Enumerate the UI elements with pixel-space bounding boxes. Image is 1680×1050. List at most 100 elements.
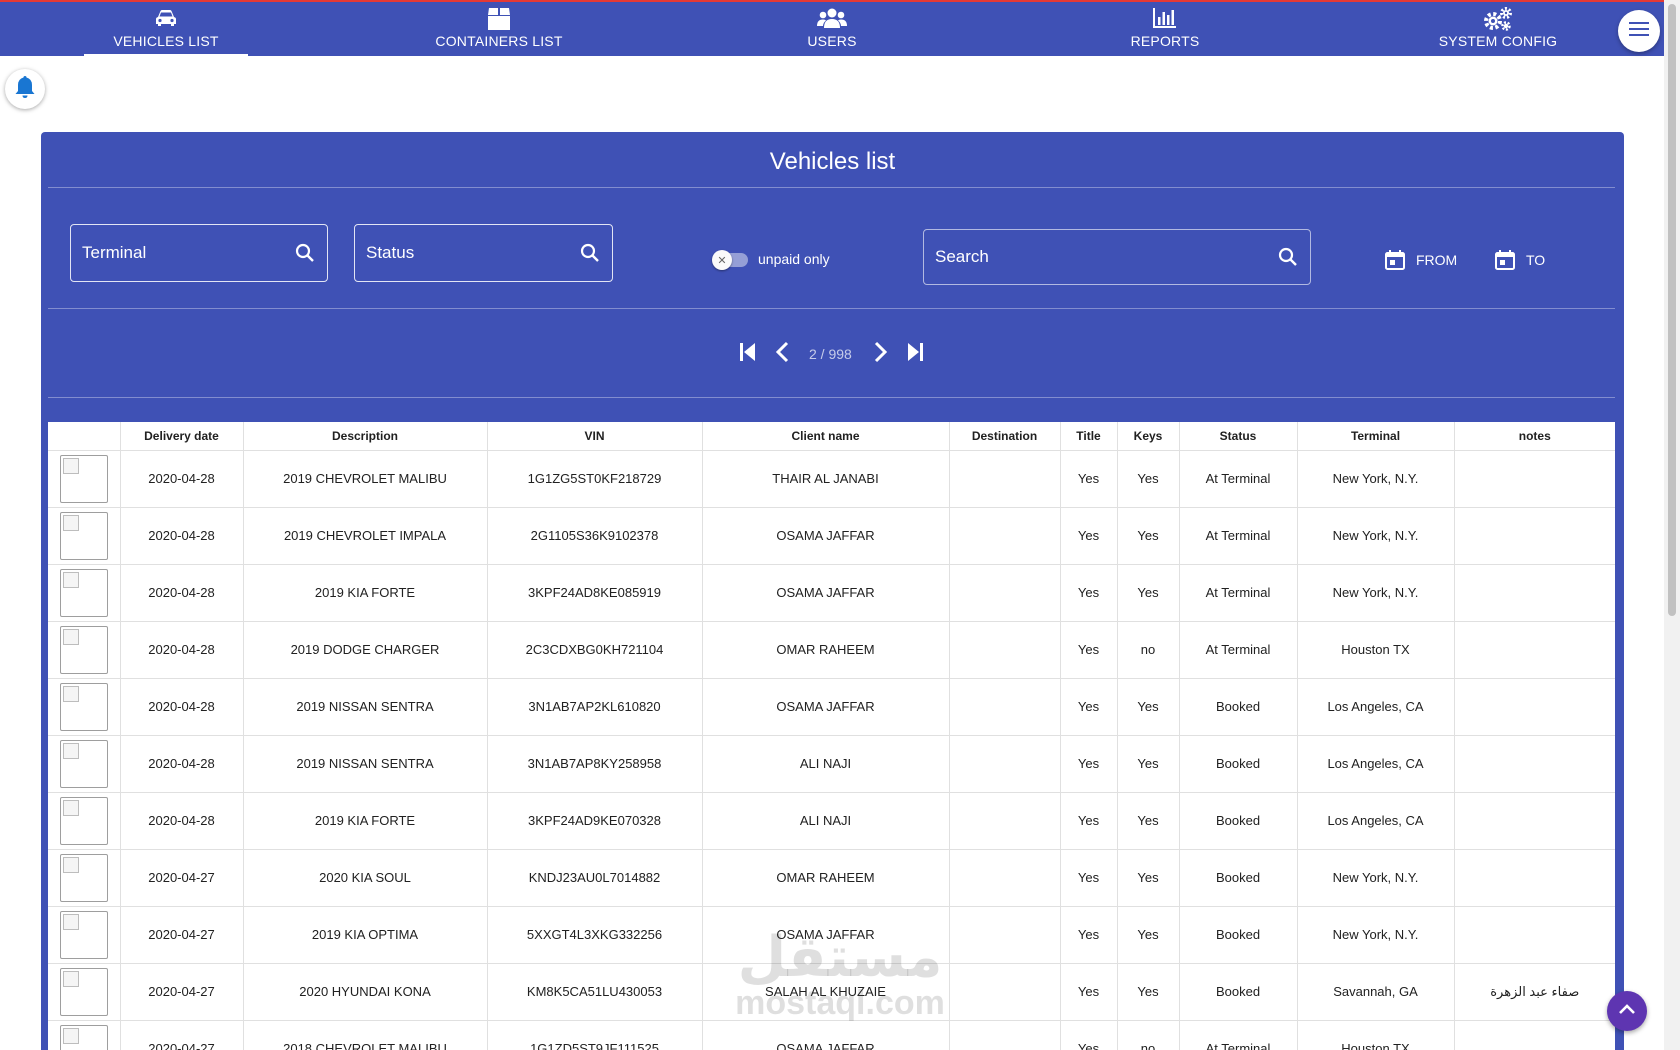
table-cell: Yes — [1117, 564, 1180, 622]
table-cell: Los Angeles, CA — [1297, 792, 1455, 850]
table-row[interactable]: 2020-04-28 2019 NISSAN SENTRA 3N1AB7AP8KY2… — [48, 735, 1615, 793]
table-cell — [949, 906, 1061, 964]
table-cell: At Terminal — [1179, 564, 1298, 622]
nav-reports[interactable]: REPORTS — [1065, 4, 1265, 56]
column-header[interactable]: VIN — [487, 422, 703, 451]
table-row[interactable]: 2020-04-28 2019 CHEVROLET MALIBU 1G1ZG5ST0… — [48, 450, 1615, 508]
vehicle-image-cell — [48, 849, 121, 907]
table-row[interactable]: 2020-04-28 2019 NISSAN SENTRA 3N1AB7AP2KL6… — [48, 678, 1615, 736]
terminal-filter[interactable]: Terminal — [70, 224, 328, 282]
vehicle-thumbnail[interactable] — [59, 910, 108, 959]
last-page-button[interactable] — [899, 338, 931, 370]
table-cell: 2020-04-28 — [120, 564, 244, 622]
vehicle-thumbnail[interactable] — [59, 454, 108, 503]
table-row[interactable]: 2020-04-28 2019 DODGE CHARGER 2C3CDXBG0KH7… — [48, 621, 1615, 679]
table-row[interactable]: 2020-04-27 2019 KIA OPTIMA 5XXGT4L3XKG3322… — [48, 906, 1615, 964]
nav-vehicles-list[interactable]: VEHICLES LIST — [66, 4, 266, 57]
search-input[interactable]: Search — [923, 229, 1311, 285]
table-cell: At Terminal — [1179, 1020, 1298, 1050]
notification-button[interactable] — [5, 69, 45, 109]
column-header[interactable]: Terminal — [1297, 422, 1455, 451]
table-cell — [1454, 564, 1615, 622]
menu-button[interactable] — [1618, 10, 1660, 52]
column-header[interactable]: Client name — [702, 422, 950, 451]
column-header-image[interactable] — [48, 422, 121, 451]
table-cell: OMAR RAHEEM — [702, 849, 950, 907]
scroll-top-button[interactable] — [1607, 991, 1647, 1031]
table-cell — [1454, 735, 1615, 793]
table-cell: Booked — [1179, 849, 1298, 907]
table-cell: Houston TX — [1297, 1020, 1455, 1050]
unpaid-only-label: unpaid only — [758, 251, 830, 267]
nav-containers-list[interactable]: CONTAINERS LIST — [399, 4, 599, 56]
nav-system-config[interactable]: SYSTEM CONFIG — [1398, 4, 1598, 56]
table-cell: Yes — [1117, 678, 1180, 736]
nav-users[interactable]: USERS — [732, 4, 932, 56]
vehicle-thumbnail[interactable] — [59, 739, 108, 788]
vehicle-thumbnail[interactable] — [59, 682, 108, 731]
table-row[interactable]: 2020-04-27 2020 HYUNDAI KONA KM8K5CA51LU43… — [48, 963, 1615, 1021]
table-cell — [1454, 906, 1615, 964]
table-cell: At Terminal — [1179, 507, 1298, 565]
hamburger-icon — [1629, 21, 1649, 42]
column-header[interactable]: Delivery date — [120, 422, 244, 451]
vehicle-image-cell — [48, 1020, 121, 1050]
column-header[interactable]: Title — [1060, 422, 1118, 451]
next-page-button[interactable] — [865, 338, 897, 370]
previous-page-button[interactable] — [766, 338, 798, 370]
table-row[interactable]: 2020-04-28 2019 CHEVROLET IMPALA 2G1105S36… — [48, 507, 1615, 565]
vehicle-thumbnail[interactable] — [59, 1024, 108, 1050]
from-date-button[interactable]: FROM — [1384, 244, 1457, 276]
scrollbar-thumb[interactable] — [1668, 4, 1676, 616]
table-cell: Booked — [1179, 792, 1298, 850]
table-cell: no — [1117, 1020, 1180, 1050]
table-cell: 2G1105S36K9102378 — [487, 507, 703, 565]
table-cell: Yes — [1060, 963, 1118, 1021]
table-cell: Booked — [1179, 735, 1298, 793]
bell-icon — [13, 74, 37, 105]
table-cell: 2020-04-27 — [120, 1020, 244, 1050]
table-cell: THAIR AL JANABI — [702, 450, 950, 508]
column-header[interactable]: notes — [1454, 422, 1615, 451]
search-icon[interactable] — [578, 241, 602, 265]
first-page-button[interactable] — [732, 338, 764, 370]
app-page: VEHICLES LIST CONTAINERS LIST USERS REPO… — [0, 0, 1680, 1050]
nav-reports-label: REPORTS — [1130, 33, 1200, 49]
vehicles-panel: Vehicles list Terminal Status ✕ unpaid o… — [41, 132, 1624, 1050]
table-cell: 2019 NISSAN SENTRA — [243, 735, 488, 793]
search-icon[interactable] — [293, 241, 317, 265]
table-cell: Yes — [1060, 450, 1118, 508]
column-header[interactable]: Destination — [949, 422, 1061, 451]
status-filter[interactable]: Status — [354, 224, 613, 282]
vehicle-thumbnail[interactable] — [59, 625, 108, 674]
table-row[interactable]: 2020-04-28 2019 KIA FORTE 3KPF24AD9KE07032… — [48, 792, 1615, 850]
table-cell: Yes — [1060, 507, 1118, 565]
column-header[interactable]: Status — [1179, 422, 1298, 451]
unpaid-only-toggle[interactable]: ✕ unpaid only — [712, 246, 852, 274]
vehicle-image-cell — [48, 621, 121, 679]
vehicle-thumbnail[interactable] — [59, 796, 108, 845]
vehicle-thumbnail[interactable] — [59, 853, 108, 902]
to-date-button[interactable]: TO — [1494, 244, 1545, 276]
vehicle-thumbnail[interactable] — [59, 511, 108, 560]
table-cell: 2019 KIA FORTE — [243, 792, 488, 850]
table-cell: 2020-04-28 — [120, 621, 244, 679]
column-header[interactable]: Description — [243, 422, 488, 451]
search-icon[interactable] — [1276, 245, 1300, 269]
column-header[interactable]: Keys — [1117, 422, 1180, 451]
vertical-scrollbar[interactable] — [1664, 0, 1680, 1050]
table-row[interactable]: 2020-04-27 2018 CHEVROLET MALIBU 1G1ZD5ST9… — [48, 1020, 1615, 1050]
table-cell: 2019 CHEVROLET IMPALA — [243, 507, 488, 565]
table-row[interactable]: 2020-04-27 2020 KIA SOUL KNDJ23AU0L7014882… — [48, 849, 1615, 907]
vehicle-thumbnail[interactable] — [59, 967, 108, 1016]
from-date-label: FROM — [1416, 252, 1458, 268]
vehicle-thumbnail[interactable] — [59, 568, 108, 617]
table-cell: 3KPF24AD9KE070328 — [487, 792, 703, 850]
table-cell: 2020-04-27 — [120, 906, 244, 964]
table-cell: 2019 KIA OPTIMA — [243, 906, 488, 964]
table-cell: OSAMA JAFFAR — [702, 564, 950, 622]
table-cell: Yes — [1060, 564, 1118, 622]
table-row[interactable]: 2020-04-28 2019 KIA FORTE 3KPF24AD8KE08591… — [48, 564, 1615, 622]
table-cell: Los Angeles, CA — [1297, 735, 1455, 793]
table-cell — [1454, 507, 1615, 565]
